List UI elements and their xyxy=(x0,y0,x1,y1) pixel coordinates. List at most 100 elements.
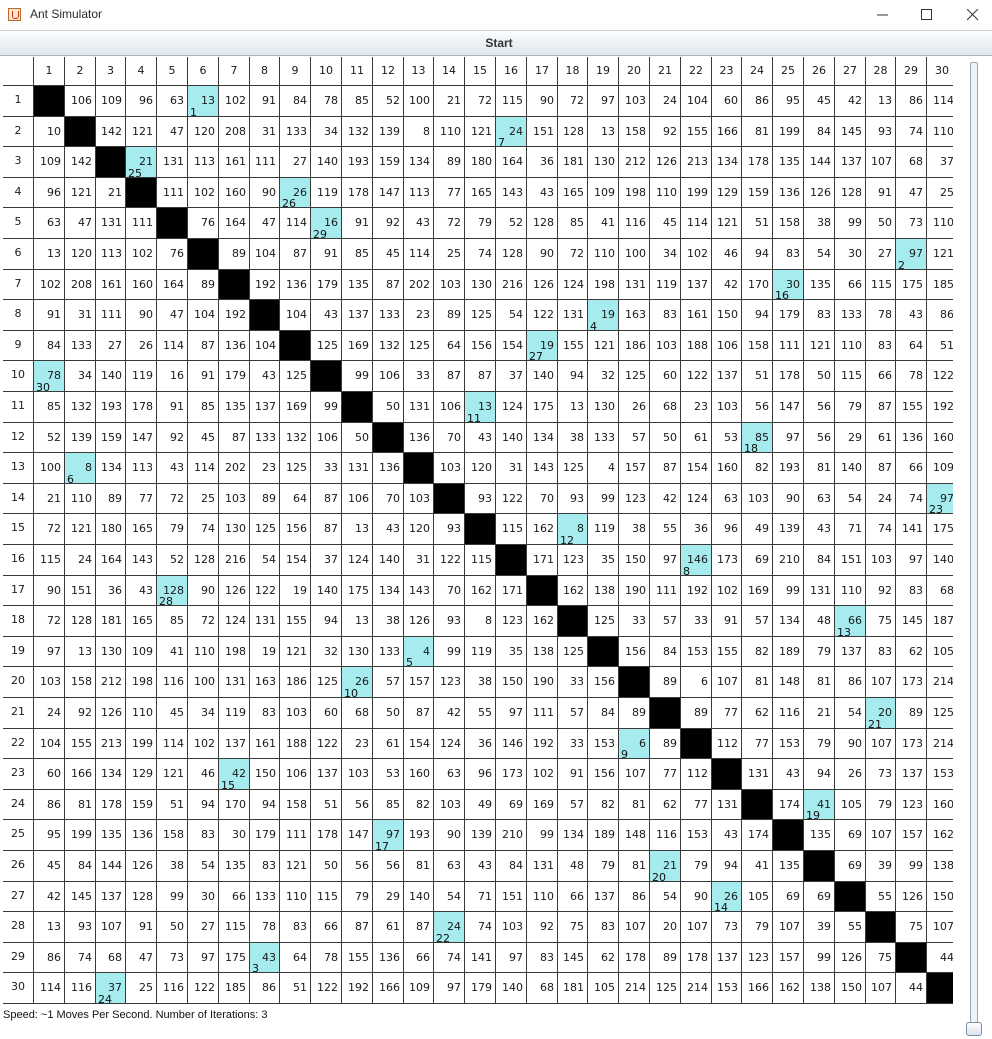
ant-cell[interactable]: 13 1 xyxy=(188,86,219,119)
matrix-cell[interactable]: 120 xyxy=(404,514,434,545)
matrix-cell[interactable]: 42 xyxy=(835,86,866,117)
matrix-cell[interactable]: 72 xyxy=(434,208,465,239)
matrix-cell[interactable]: 85 xyxy=(34,392,65,423)
matrix-cell[interactable]: 162 xyxy=(773,973,804,1004)
matrix-cell[interactable]: 66 xyxy=(866,361,896,392)
matrix-cell[interactable]: 137 xyxy=(250,392,280,423)
matrix-cell[interactable]: 110 xyxy=(927,208,953,239)
matrix-cell[interactable]: 104 xyxy=(188,300,219,331)
matrix-cell[interactable]: 198 xyxy=(219,637,250,667)
matrix-cell[interactable]: 185 xyxy=(219,973,250,1004)
matrix-cell[interactable]: 103 xyxy=(619,86,650,117)
matrix-cell[interactable]: 96 xyxy=(126,86,157,117)
matrix-cell[interactable]: 179 xyxy=(250,820,280,851)
matrix-cell[interactable]: 94 xyxy=(311,606,342,637)
matrix-cell[interactable]: 162 xyxy=(527,514,558,545)
matrix-cell[interactable]: 86 xyxy=(34,790,65,820)
matrix-cell[interactable]: 133 xyxy=(250,423,280,453)
matrix-cell[interactable]: 113 xyxy=(188,147,219,178)
matrix-cell[interactable]: 174 xyxy=(742,820,773,851)
ant-cell[interactable]: 128 28 xyxy=(157,576,188,608)
matrix-cell[interactable]: 138 xyxy=(527,637,558,667)
matrix-cell[interactable]: 89 xyxy=(619,698,650,729)
matrix-cell[interactable]: 45 xyxy=(804,86,835,117)
matrix-cell[interactable]: 111 xyxy=(96,300,126,331)
matrix-cell[interactable]: 122 xyxy=(927,361,953,392)
matrix-cell[interactable]: 24 xyxy=(65,545,96,576)
matrix-cell[interactable]: 162 xyxy=(465,576,496,606)
matrix-cell[interactable]: 131 xyxy=(742,759,773,790)
matrix-cell[interactable]: 110 xyxy=(588,239,619,270)
matrix-cell[interactable]: 93 xyxy=(434,514,465,545)
matrix-cell[interactable]: 97 xyxy=(188,943,219,973)
matrix-cell[interactable]: 146 xyxy=(496,729,527,759)
matrix-cell[interactable]: 126 xyxy=(219,576,250,606)
matrix-cell[interactable]: 103 xyxy=(434,790,465,820)
matrix-cell[interactable]: 54 xyxy=(250,545,280,576)
matrix-cell[interactable]: 178 xyxy=(773,361,804,392)
matrix-cell[interactable]: 142 xyxy=(96,117,126,147)
close-button[interactable] xyxy=(950,0,992,30)
diagonal-cell[interactable] xyxy=(434,484,465,514)
matrix-cell[interactable]: 38 xyxy=(619,514,650,545)
matrix-cell[interactable]: 132 xyxy=(65,392,96,423)
matrix-cell[interactable]: 103 xyxy=(742,484,773,514)
matrix-cell[interactable]: 109 xyxy=(34,147,65,178)
ant-cell[interactable]: 21 20 xyxy=(650,851,681,884)
matrix-cell[interactable]: 74 xyxy=(896,484,927,514)
diagonal-cell[interactable] xyxy=(681,729,712,759)
matrix-cell[interactable]: 76 xyxy=(157,239,188,270)
matrix-cell[interactable]: 179 xyxy=(219,361,250,392)
matrix-cell[interactable]: 124 xyxy=(496,392,527,423)
matrix-cell[interactable]: 109 xyxy=(927,453,953,484)
matrix-cell[interactable]: 20 xyxy=(650,912,681,943)
matrix-cell[interactable]: 119 xyxy=(588,514,619,545)
matrix-cell[interactable]: 94 xyxy=(188,790,219,820)
matrix-cell[interactable]: 30 xyxy=(835,239,866,270)
matrix-cell[interactable]: 160 xyxy=(219,178,250,208)
matrix-cell[interactable]: 212 xyxy=(619,147,650,178)
matrix-cell[interactable]: 151 xyxy=(65,576,96,606)
matrix-cell[interactable]: 156 xyxy=(588,667,619,698)
matrix-cell[interactable]: 137 xyxy=(96,882,126,912)
matrix-cell[interactable]: 86 xyxy=(34,943,65,973)
matrix-cell[interactable]: 138 xyxy=(588,576,619,606)
matrix-cell[interactable]: 125 xyxy=(558,637,588,667)
matrix-cell[interactable]: 134 xyxy=(773,606,804,637)
matrix-cell[interactable]: 107 xyxy=(773,912,804,943)
matrix-cell[interactable]: 155 xyxy=(681,117,712,147)
ant-cell[interactable]: 8 12 xyxy=(558,514,588,547)
matrix-cell[interactable]: 45 xyxy=(157,698,188,729)
matrix-cell[interactable]: 131 xyxy=(619,270,650,300)
matrix-cell[interactable]: 192 xyxy=(681,576,712,606)
matrix-cell[interactable]: 52 xyxy=(373,86,404,117)
matrix-cell[interactable]: 104 xyxy=(280,300,311,331)
matrix-cell[interactable]: 143 xyxy=(404,576,434,606)
matrix-cell[interactable]: 73 xyxy=(712,912,742,943)
matrix-cell[interactable]: 138 xyxy=(927,851,953,882)
matrix-cell[interactable]: 160 xyxy=(927,790,953,820)
matrix-cell[interactable]: 90 xyxy=(681,882,712,912)
matrix-cell[interactable]: 10 xyxy=(34,117,65,147)
matrix-cell[interactable]: 111 xyxy=(527,698,558,729)
matrix-cell[interactable]: 160 xyxy=(404,759,434,790)
diagonal-cell[interactable] xyxy=(558,606,588,637)
matrix-cell[interactable]: 137 xyxy=(588,882,619,912)
matrix-cell[interactable]: 91 xyxy=(157,392,188,423)
matrix-cell[interactable]: 93 xyxy=(65,912,96,943)
matrix-cell[interactable]: 185 xyxy=(927,270,953,300)
matrix-cell[interactable]: 31 xyxy=(496,453,527,484)
matrix-cell[interactable]: 166 xyxy=(742,973,773,1004)
matrix-cell[interactable]: 128 xyxy=(65,606,96,637)
diagonal-cell[interactable] xyxy=(866,912,896,943)
matrix-cell[interactable]: 214 xyxy=(619,973,650,1004)
matrix-cell[interactable]: 54 xyxy=(650,882,681,912)
matrix-cell[interactable]: 56 xyxy=(804,423,835,453)
matrix-cell[interactable]: 139 xyxy=(465,820,496,851)
matrix-cell[interactable]: 61 xyxy=(681,423,712,453)
matrix-cell[interactable]: 132 xyxy=(280,423,311,453)
matrix-cell[interactable]: 91 xyxy=(342,208,373,239)
matrix-cell[interactable]: 105 xyxy=(927,637,953,667)
matrix-cell[interactable]: 39 xyxy=(866,851,896,882)
matrix-cell[interactable]: 55 xyxy=(835,912,866,943)
